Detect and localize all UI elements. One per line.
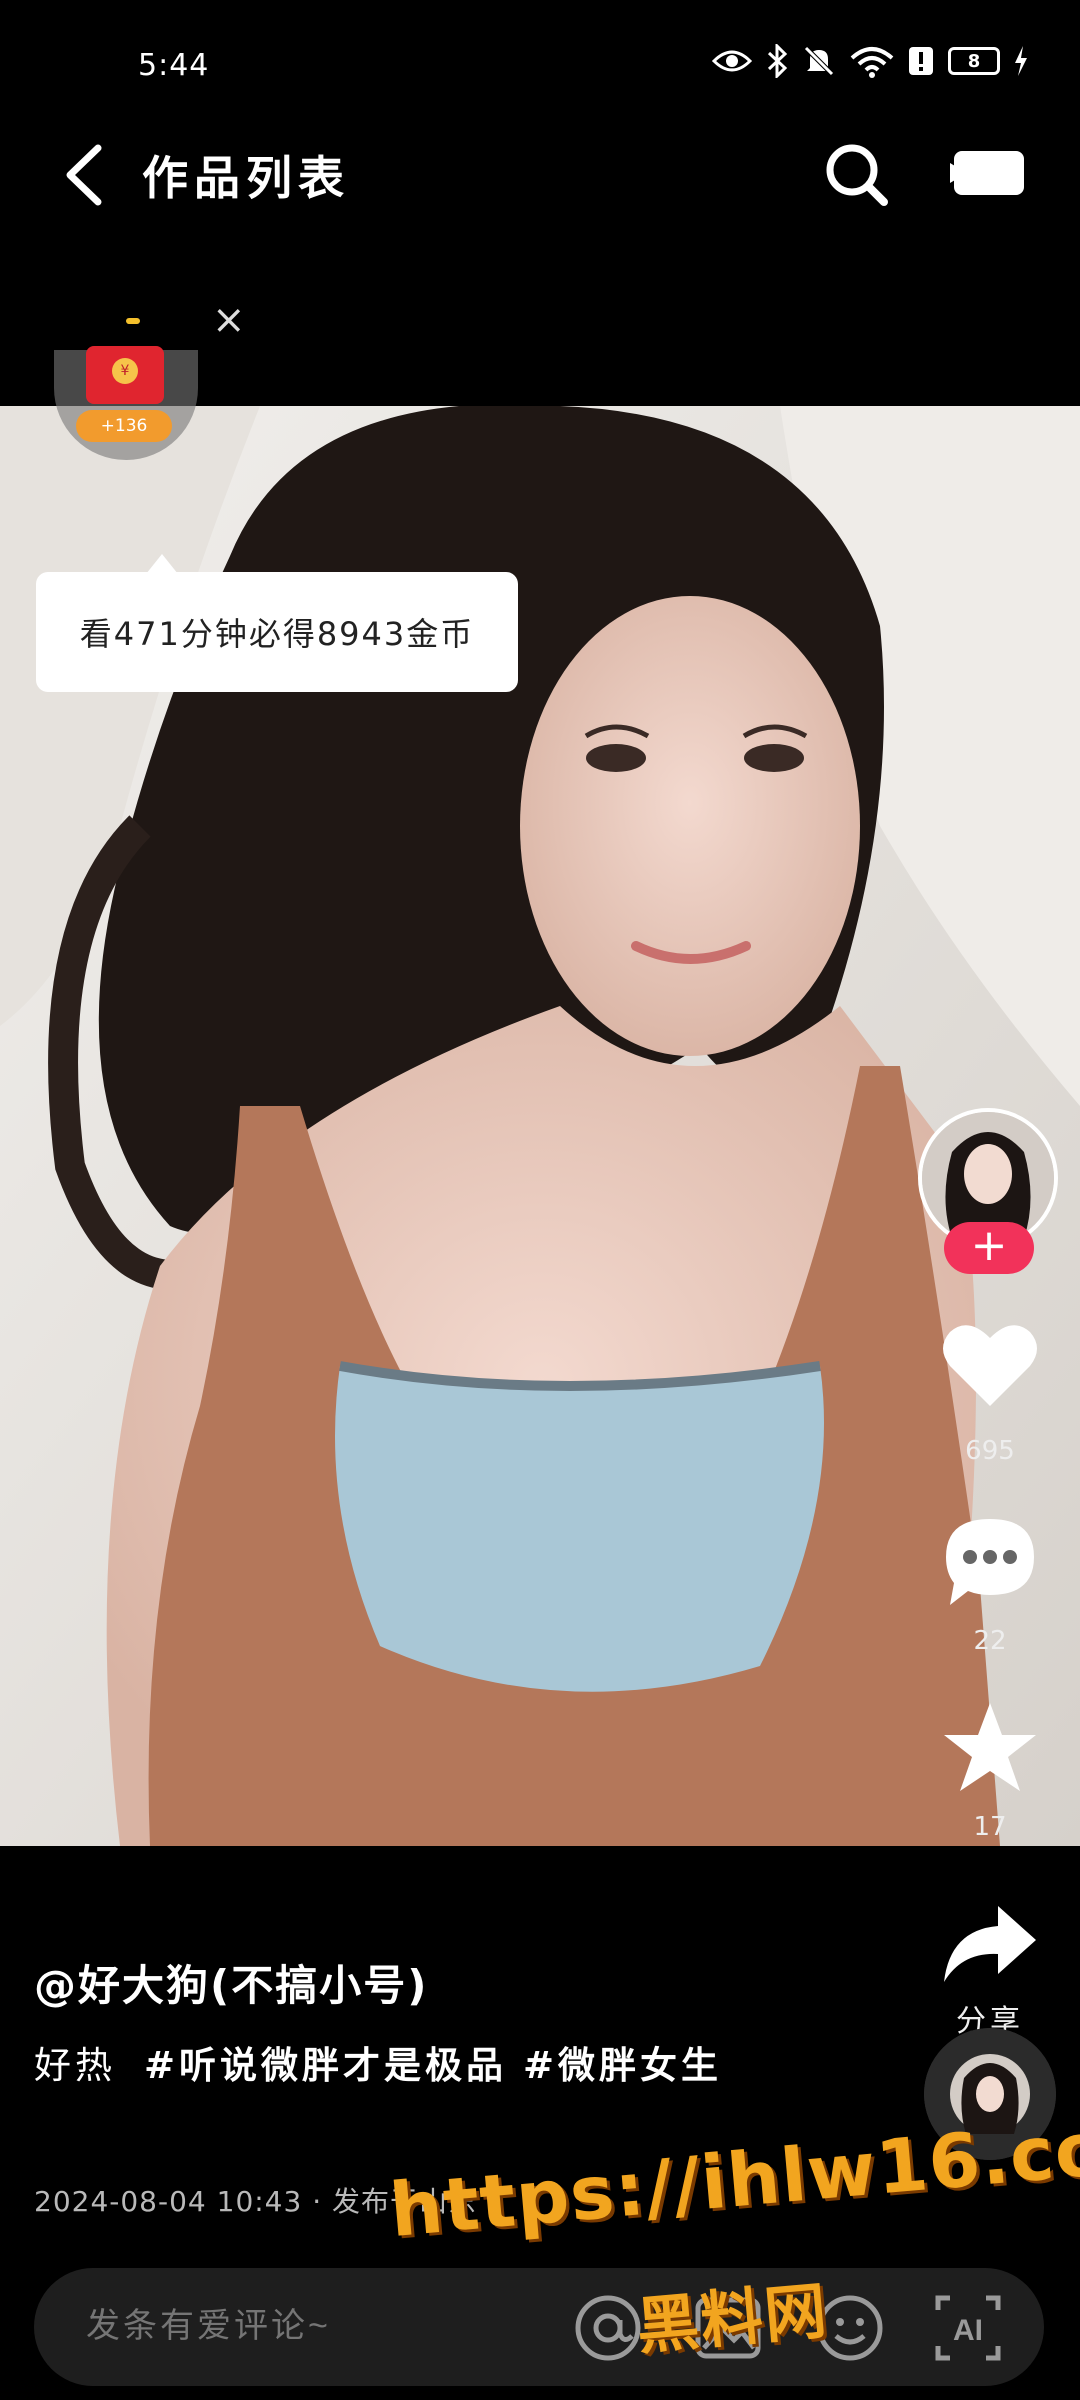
watermark-name: 黑料网 [633,2273,832,2364]
chevron-left-icon [66,144,102,206]
caption-text: 好热 [34,2044,116,2087]
ai-button[interactable]: AI [930,2290,1006,2366]
page-title: 作品列表 [142,151,350,205]
tooltip-arrow [146,554,178,574]
search-icon [826,144,888,206]
search-button[interactable] [822,140,892,210]
ai-icon: AI [935,2295,1001,2361]
battery-indicator: 8 [948,47,1000,75]
author-name[interactable]: @好大狗(不搞小号) [34,1952,428,2013]
like-button[interactable] [930,1310,1050,1420]
camera-button[interactable] [950,145,1028,201]
star-icon [944,1703,1036,1791]
comment-input[interactable] [84,2306,531,2347]
reward-indicator [126,318,140,324]
comment-bubble-icon [946,1519,1034,1605]
share-arrow-icon [944,1906,1036,1982]
follow-button[interactable]: + [944,1222,1034,1274]
status-time: 5:44 [138,48,210,83]
charging-icon [1015,46,1027,76]
comment-button[interactable] [930,1506,1050,1616]
alert-icon [909,47,933,75]
status-icons: 8 [712,44,1028,78]
hashtag[interactable]: #微胖女生 [523,2044,722,2087]
favorite-button[interactable] [930,1692,1050,1802]
reward-count: +136 [76,410,172,442]
reward-seal: ¥ [112,358,138,384]
reward-tooltip: 看471分钟必得8943金币 [36,572,518,692]
share-button[interactable] [930,1890,1050,2000]
red-envelope-icon: ¥ [86,346,164,404]
ai-label: AI [953,2314,983,2347]
wifi-icon [850,47,894,78]
favorite-count: 17 [973,1812,1007,1842]
heart-icon [943,1325,1037,1406]
video-camera-icon [950,151,1024,195]
mute-bell-icon [804,46,834,76]
bluetooth-icon [767,44,788,78]
hashtag[interactable]: #听说微胖才是极品 [144,2044,507,2087]
back-button[interactable] [58,140,118,210]
watermark-url: https://ihlw16.com [386,2098,1080,2254]
like-count: 695 [965,1436,1015,1466]
caption: 好热 #听说微胖才是极品 #微胖女生 [34,2036,754,2096]
eye-icon [712,50,752,72]
reward-close-button[interactable]: × [212,300,246,340]
comment-count: 22 [973,1626,1007,1656]
